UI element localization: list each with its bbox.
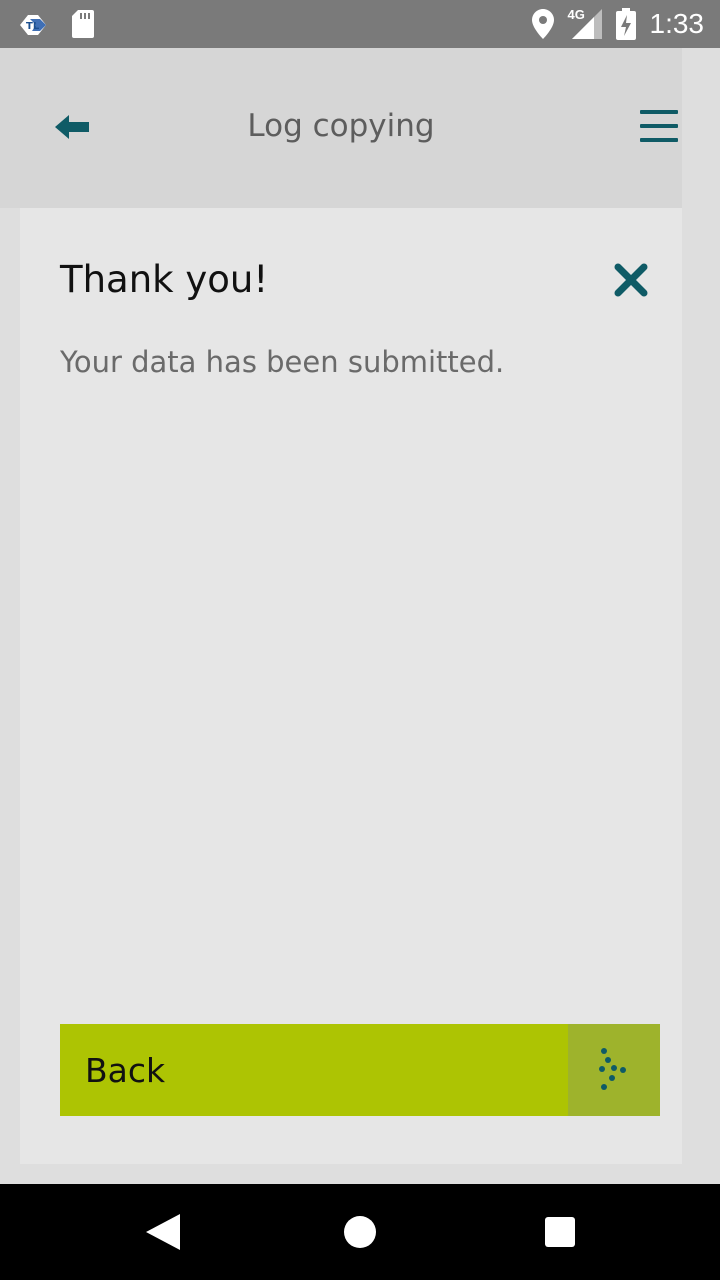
loading-dots-icon xyxy=(568,1024,660,1116)
svg-text:TL: TL xyxy=(26,21,40,32)
nav-recents-icon[interactable] xyxy=(545,1217,575,1247)
bottom-gutter xyxy=(0,1164,720,1184)
nav-home-icon[interactable] xyxy=(344,1216,376,1248)
right-gutter xyxy=(682,48,720,1184)
location-icon xyxy=(531,9,554,39)
hamburger-menu-icon[interactable] xyxy=(640,110,678,146)
page-title: Log copying xyxy=(247,108,435,144)
network-type: 4G xyxy=(567,7,585,22)
sd-card-icon xyxy=(72,10,94,38)
confirmation-card: Thank you! Your data has been submitted.… xyxy=(20,208,682,1164)
app-notification-icon: TL xyxy=(20,15,46,35)
signal-icon: 4G xyxy=(567,7,602,39)
close-icon[interactable] xyxy=(614,263,648,297)
nav-back-icon[interactable] xyxy=(146,1214,180,1250)
clock: 1:33 xyxy=(649,8,705,39)
back-button-label: Back xyxy=(85,1050,166,1090)
status-bar: TL 4G 1:33 xyxy=(0,0,720,48)
dialog-title: Thank you! xyxy=(60,258,269,301)
dialog-message: Your data has been submitted. xyxy=(60,345,505,379)
back-button[interactable]: Back xyxy=(60,1024,660,1116)
battery-charging-icon xyxy=(615,8,636,40)
left-gutter xyxy=(0,208,20,1184)
